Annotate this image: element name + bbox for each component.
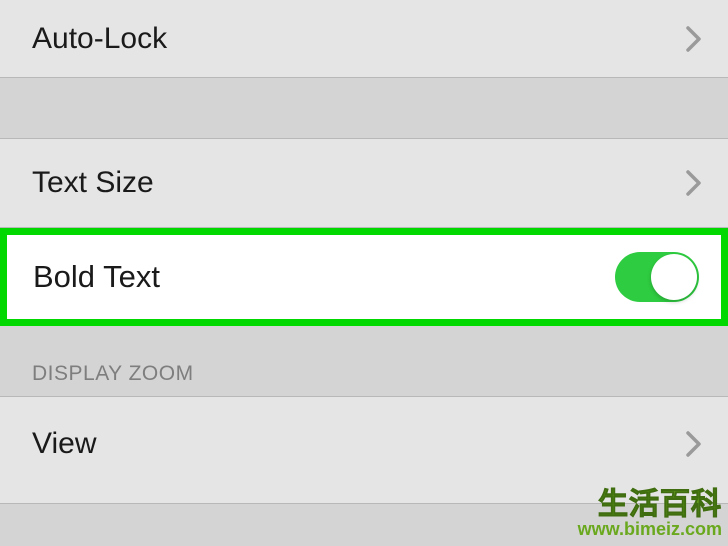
bold-text-toggle[interactable] xyxy=(615,252,699,302)
row-label: Auto-Lock xyxy=(32,22,167,56)
row-label: Text Size xyxy=(32,166,154,200)
chevron-right-icon xyxy=(686,431,702,457)
chevron-right-icon xyxy=(686,26,702,52)
settings-row-view[interactable]: View xyxy=(0,396,728,504)
section-gap xyxy=(0,78,728,138)
chevron-right-icon xyxy=(686,170,702,196)
toggle-knob xyxy=(651,254,697,300)
section-header-text: DISPLAY ZOOM xyxy=(32,362,194,385)
watermark-url: www.bimeiz.com xyxy=(578,519,722,540)
row-label: Bold Text xyxy=(33,259,160,295)
settings-row-boldtext[interactable]: Bold Text xyxy=(7,235,721,319)
highlight-box: Bold Text xyxy=(0,228,728,326)
settings-row-textsize[interactable]: Text Size xyxy=(0,138,728,228)
section-header-displayzoom: DISPLAY ZOOM xyxy=(0,326,728,396)
settings-row-autolock[interactable]: Auto-Lock xyxy=(0,0,728,78)
row-label: View xyxy=(32,427,96,461)
